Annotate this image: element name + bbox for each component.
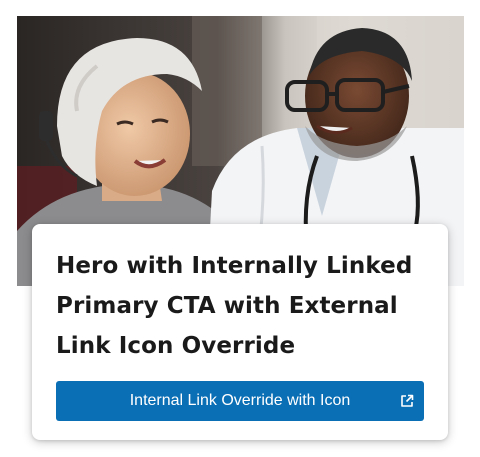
hero-title: Hero with Internally Linked Primary CTA … [56,253,413,359]
primary-cta-button[interactable]: Internal Link Override with Icon [56,381,424,421]
hero-card: Hero with Internally Linked Primary CTA … [32,224,448,440]
external-link-icon [401,394,414,407]
hero-banner: Hero with Internally Linked Primary CTA … [0,0,480,457]
primary-cta-label: Internal Link Override with Icon [129,392,351,409]
